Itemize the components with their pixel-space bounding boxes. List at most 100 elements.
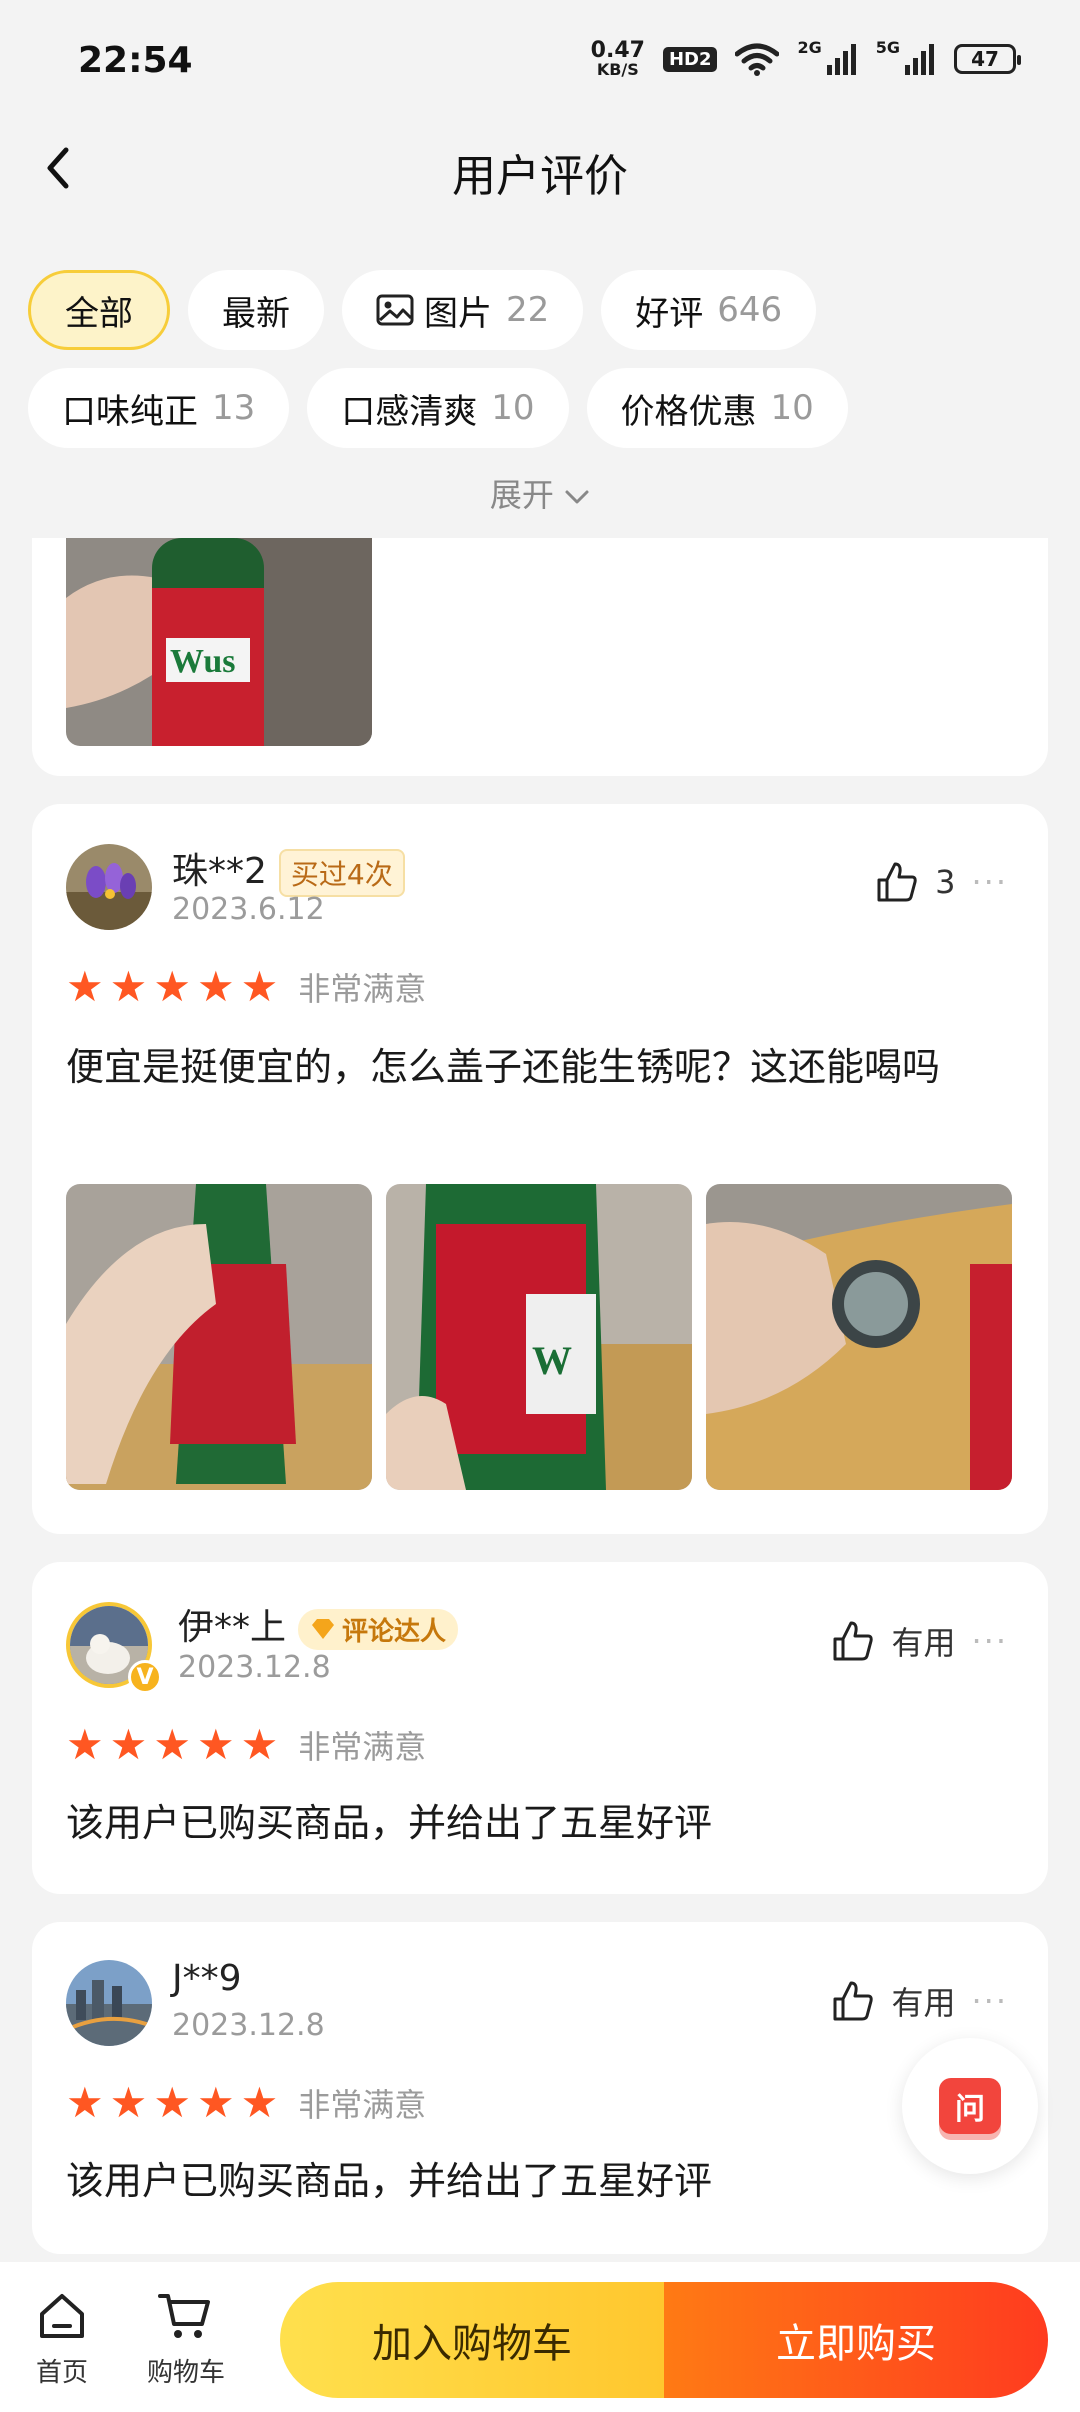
bottom-bar: 首页 购物车 加入购物车 立即购买 (0, 2262, 1080, 2412)
diamond-icon (312, 1619, 335, 1639)
like-button[interactable]: 3 ··· (875, 860, 1008, 904)
cart-icon (158, 2294, 210, 2338)
filter-chip-good[interactable]: 好评 646 (601, 270, 817, 350)
more-options-icon[interactable]: ··· (971, 1982, 1008, 2020)
home-icon (40, 2294, 84, 2338)
add-to-cart-label: 加入购物车 (372, 2321, 572, 2367)
battery-icon: 47 (954, 44, 1021, 74)
status-icons: 0.47 KB/S HD2 2G 5G 47 (590, 37, 1021, 79)
image-icon (376, 294, 414, 326)
star-icon: ★ (240, 962, 279, 1011)
rating-stars: ★ ★ ★ ★ ★ 非常满意 (66, 964, 426, 1010)
star-icon: ★ (109, 962, 148, 1011)
bottle-label-photo: W (386, 1184, 692, 1490)
review-text: 便宜是挺便宜的，怎么盖子还能生锈呢？这还能喝吗 (66, 1045, 941, 1089)
star-icon: ★ (109, 2078, 148, 2127)
battery-level: 47 (971, 47, 999, 71)
filter-chip-label: 口感清爽 (341, 391, 478, 432)
star-icon: ★ (240, 2078, 279, 2127)
signal-1-label: 2G (797, 37, 822, 57)
like-button[interactable]: 有用 ··· (831, 1618, 1008, 1664)
filter-chip-taste-pure[interactable]: 口味纯正 13 (28, 368, 290, 448)
username-text: 珠**2 (172, 851, 267, 892)
signal-2-icon (905, 44, 934, 75)
star-icon: ★ (66, 1720, 104, 1769)
review-photo[interactable]: W (386, 1184, 692, 1490)
filter-chip-count: 10 (770, 388, 814, 428)
nav-cart[interactable]: 购物车 (136, 2290, 236, 2389)
expert-badge: 评论达人 (298, 1608, 459, 1650)
filter-chip-images[interactable]: 图片 22 (342, 270, 584, 350)
review-text: 该用户已购买商品，并给出了五星好评 (66, 2159, 713, 2203)
filter-chip-label: 口味纯正 (62, 391, 198, 432)
filter-row-2: 口味纯正 13 口感清爽 10 价格优惠 10 (28, 368, 848, 448)
status-time: 22:54 (78, 40, 193, 81)
nav-cart-label: 购物车 (146, 2358, 225, 2388)
expand-label: 展开 (489, 476, 554, 514)
rating-stars: ★ ★ ★ ★ ★ 非常满意 (66, 1722, 426, 1768)
username: J**9 (172, 1958, 242, 1999)
like-button[interactable]: 有用 ··· (831, 1978, 1008, 2024)
star-icon: ★ (196, 1720, 235, 1769)
expand-filters-button[interactable]: 展开 (0, 470, 1080, 516)
review-card: 珠**2 买过4次 2023.6.12 3 ··· ★ ★ ★ ★ ★ 非常满意 … (32, 804, 1048, 1534)
star-icon: ★ (153, 962, 191, 1011)
bottle-cap-photo (706, 1184, 1012, 1490)
filter-chip-label: 价格优惠 (620, 391, 757, 432)
hd-badge: HD2 (662, 46, 718, 72)
thumbs-up-icon (877, 862, 917, 902)
filter-chip-count: 22 (506, 290, 550, 330)
filter-chip-price[interactable]: 价格优惠 10 (586, 368, 848, 448)
nav-home-label: 首页 (35, 2358, 88, 2388)
rating-label: 非常满意 (298, 1728, 427, 1766)
review-card: V 伊**上 评论达人 2023.12.8 有用 ··· ★ ★ ★ ★ ★ 非常… (32, 1562, 1048, 1894)
filter-chip-latest[interactable]: 最新 (188, 270, 324, 350)
avatar[interactable] (66, 844, 152, 930)
filter-chip-refreshing[interactable]: 口感清爽 10 (307, 368, 569, 448)
filter-chip-count: 646 (717, 290, 783, 330)
buy-now-label: 立即购买 (776, 2321, 936, 2367)
review-card: J**9 2023.12.8 有用 ··· ★ ★ ★ ★ ★ 非常满意 该用户… (32, 1922, 1048, 2254)
network-speed-unit: KB/S (596, 60, 639, 79)
network-speed-value: 0.47 (590, 38, 645, 63)
thumbs-up-icon (833, 1981, 874, 2021)
chevron-down-icon (565, 490, 589, 504)
star-icon: ★ (196, 2078, 235, 2127)
add-to-cart-button[interactable]: 加入购物车 (280, 2282, 664, 2398)
filter-chip-label: 图片 (424, 293, 492, 334)
username: 珠**2 买过4次 (172, 842, 405, 897)
signal-2-label: 5G (875, 37, 900, 57)
status-bar: 22:54 0.47 KB/S HD2 2G 5G 47 (0, 0, 1080, 120)
review-date: 2023.6.12 (172, 892, 325, 927)
star-icon: ★ (66, 2078, 104, 2127)
verified-badge-icon: V (128, 1660, 162, 1694)
like-count: 3 (935, 863, 956, 901)
review-photo[interactable] (706, 1184, 1012, 1490)
like-label: 有用 (891, 1624, 956, 1662)
star-icon: ★ (240, 1720, 279, 1769)
rating-label: 非常满意 (298, 2086, 427, 2124)
username: 伊**上 评论达人 (178, 1598, 459, 1650)
rating-stars: ★ ★ ★ ★ ★ 非常满意 (66, 2080, 426, 2126)
ask-question-button[interactable]: 问 (902, 2038, 1038, 2174)
more-options-icon[interactable]: ··· (971, 1622, 1008, 1660)
star-icon: ★ (196, 962, 235, 1011)
more-options-icon[interactable]: ··· (971, 863, 1008, 901)
like-label: 有用 (891, 1984, 956, 2022)
purchase-count-badge: 买过4次 (278, 849, 405, 897)
nav-home[interactable]: 首页 (12, 2290, 112, 2389)
expert-badge-label: 评论达人 (342, 1616, 447, 1647)
star-icon: ★ (66, 962, 104, 1011)
review-text: 该用户已购买商品，并给出了五星好评 (66, 1801, 713, 1845)
review-photo[interactable] (66, 1184, 372, 1490)
bottle-neck-photo (66, 1184, 372, 1490)
review-card-partial: Wus (32, 538, 1048, 776)
avatar[interactable] (66, 1960, 152, 2046)
review-date: 2023.12.8 (178, 1650, 331, 1685)
buy-now-button[interactable]: 立即购买 (664, 2282, 1048, 2398)
signal-1-icon (826, 44, 856, 75)
star-icon: ★ (153, 2078, 191, 2127)
filter-chip-all[interactable]: 全部 (28, 270, 170, 350)
review-date: 2023.12.8 (172, 2008, 325, 2043)
review-photo[interactable]: Wus (66, 538, 372, 746)
